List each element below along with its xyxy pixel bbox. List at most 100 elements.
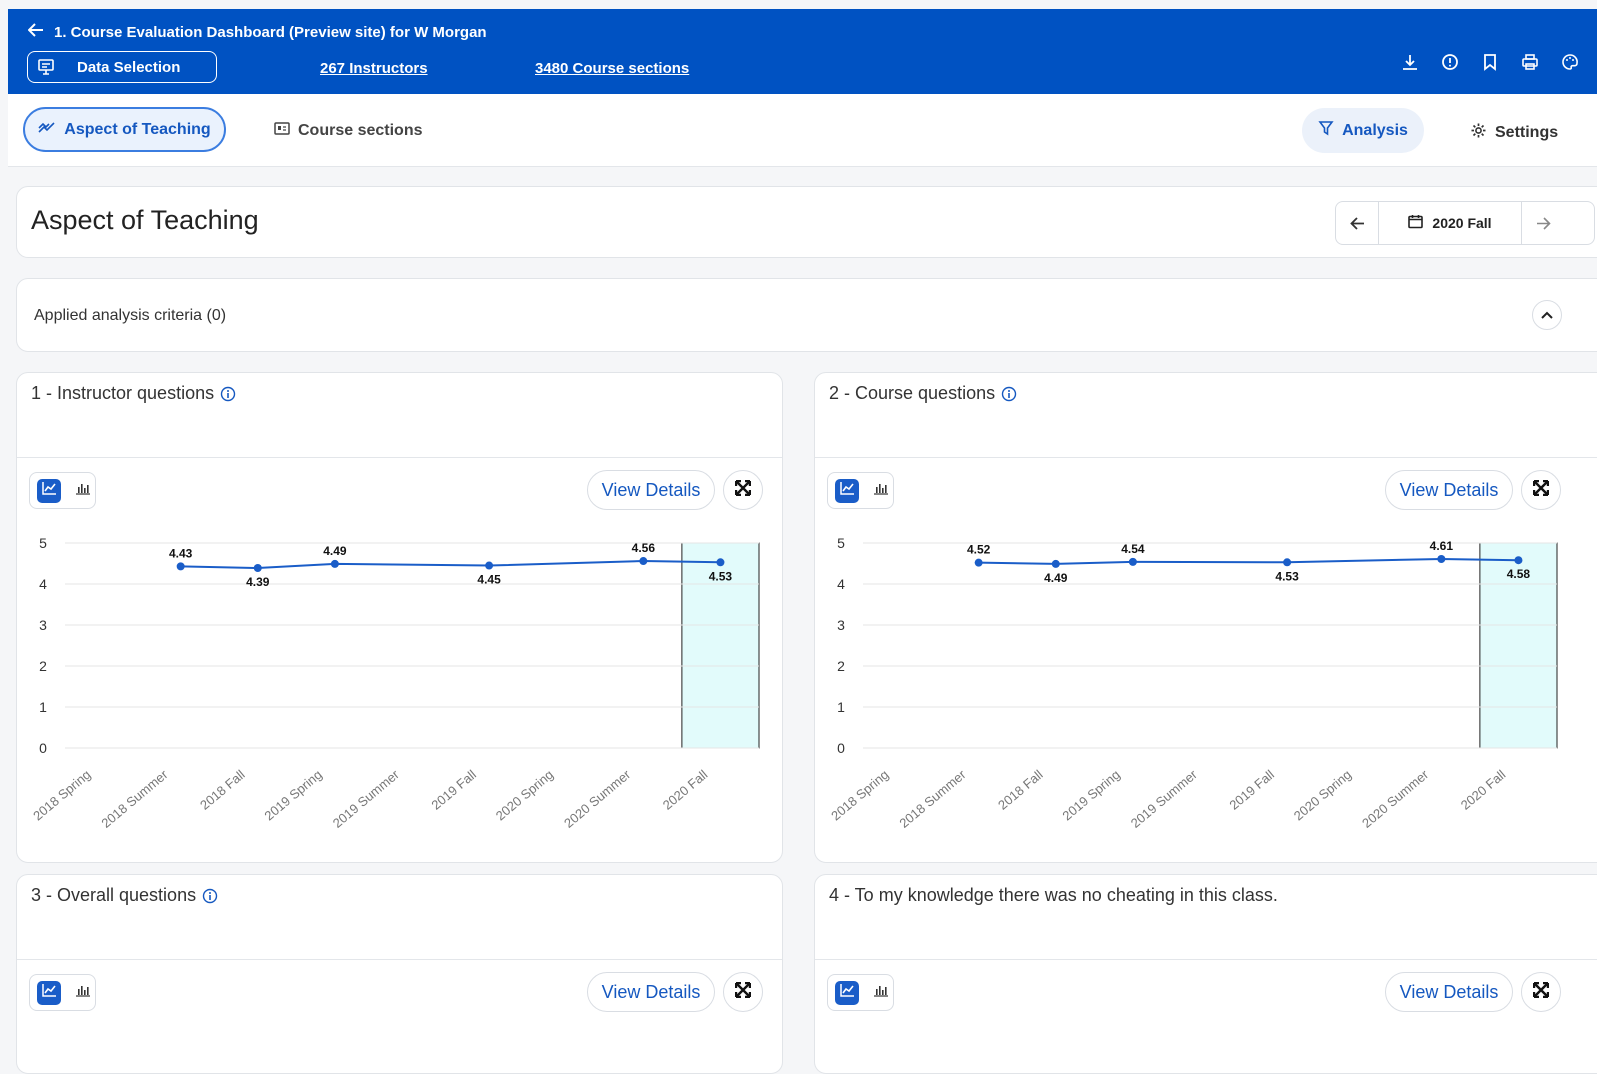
print-icon[interactable]: [1519, 51, 1541, 73]
line-chart-icon: [839, 983, 855, 1002]
info-icon[interactable]: [1001, 386, 1017, 402]
bar-chart-icon: [873, 983, 889, 1002]
view-details-button[interactable]: View Details: [587, 470, 715, 510]
data-point: [1283, 558, 1292, 567]
view-details-button[interactable]: View Details: [1385, 972, 1513, 1012]
x-tick-label: 2019 Summer: [1128, 766, 1201, 830]
panel-title-text: 1 - Instructor questions: [31, 383, 215, 403]
data-label: 4.54: [1121, 542, 1145, 556]
bar-chart-toggle[interactable]: [870, 479, 894, 503]
y-tick-label: 4: [39, 576, 47, 592]
bookmark-icon[interactable]: [1479, 51, 1501, 73]
tab-aspect-label: Aspect of Teaching: [64, 120, 211, 138]
data-point: [1437, 554, 1446, 563]
line-chart-icon: [41, 983, 57, 1002]
tab-aspect-of-teaching[interactable]: Aspect of Teaching: [23, 107, 226, 152]
x-tick-label: 2018 Fall: [995, 767, 1046, 813]
data-point: [176, 562, 185, 571]
data-label: 4.53: [709, 569, 733, 583]
data-label: 4.43: [169, 546, 193, 560]
instructors-link[interactable]: 267 Instructors: [320, 60, 428, 77]
x-tick-label: 2018 Summer: [98, 766, 171, 830]
expand-icon: [734, 479, 752, 501]
analysis-button[interactable]: Analysis: [1302, 108, 1424, 153]
expand-icon: [1532, 479, 1550, 501]
line-chart-toggle[interactable]: [835, 980, 859, 1005]
panel-divider: [17, 457, 782, 458]
x-tick-label: 2018 Spring: [30, 767, 93, 824]
chart-type-toggle: [827, 974, 894, 1011]
view-details-button[interactable]: View Details: [587, 972, 715, 1012]
data-label: 4.45: [477, 573, 501, 587]
course-sections-link[interactable]: 3480 Course sections: [535, 60, 689, 77]
bar-chart-toggle[interactable]: [870, 981, 894, 1005]
x-tick-label: 2019 Fall: [428, 767, 479, 813]
alert-icon[interactable]: [1439, 51, 1461, 73]
panel-instructor-questions: 1 - Instructor questions View Details 0 1…: [16, 372, 783, 863]
info-icon[interactable]: [202, 888, 218, 904]
panel-title-text: 4 - To my knowledge there was no cheatin…: [829, 885, 1278, 905]
collapse-criteria-button[interactable]: [1532, 300, 1562, 330]
tab-course-sections[interactable]: Course sections: [274, 122, 422, 140]
bar-chart-icon: [75, 983, 91, 1002]
x-tick-label: 2020 Summer: [561, 766, 634, 830]
y-tick-label: 1: [39, 699, 47, 715]
panel-title: 3 - Overall questions: [31, 885, 218, 906]
page-header-card: Aspect of Teaching 2020 Fall: [16, 186, 1597, 258]
chart-type-toggle: [29, 472, 96, 509]
data-label: 4.52: [967, 543, 991, 557]
expand-chart-button[interactable]: [1521, 470, 1561, 510]
chart-type-toggle: [29, 974, 96, 1011]
view-details-button[interactable]: View Details: [1385, 470, 1513, 510]
info-icon[interactable]: [220, 386, 236, 402]
panel-no-cheating-question: 4 - To my knowledge there was no cheatin…: [814, 874, 1597, 1074]
palette-icon[interactable]: [1559, 51, 1581, 73]
download-icon[interactable]: [1399, 51, 1421, 73]
data-selection-button[interactable]: Data Selection: [27, 51, 217, 83]
panel-title: 2 - Course questions: [829, 383, 1017, 404]
x-tick-label: 2019 Spring: [1059, 767, 1122, 824]
data-label: 4.39: [246, 575, 270, 589]
calendar-icon: [1408, 214, 1424, 232]
settings-label: Settings: [1495, 124, 1559, 141]
panel-title-text: 2 - Course questions: [829, 383, 996, 403]
term-selector[interactable]: 2020 Fall: [1378, 202, 1521, 244]
y-tick-label: 5: [837, 535, 845, 551]
line-chart-toggle[interactable]: [37, 478, 61, 503]
expand-chart-button[interactable]: [1521, 972, 1561, 1012]
expand-chart-button[interactable]: [723, 972, 763, 1012]
line-chart-toggle[interactable]: [835, 478, 859, 503]
line-chart-toggle[interactable]: [37, 980, 61, 1005]
y-tick-label: 1: [837, 699, 845, 715]
data-point: [974, 558, 983, 567]
data-label: 4.61: [1430, 539, 1454, 553]
dashboard-title: 1. Course Evaluation Dashboard (Preview …: [54, 23, 487, 41]
next-term-button[interactable]: [1521, 202, 1564, 244]
x-tick-label: 2020 Fall: [1458, 767, 1509, 813]
y-tick-label: 4: [837, 576, 845, 592]
x-tick-label: 2020 Spring: [1291, 767, 1354, 824]
back-arrow-icon[interactable]: [27, 22, 44, 42]
data-point: [716, 558, 725, 567]
data-label: 4.56: [632, 541, 656, 555]
expand-chart-button[interactable]: [723, 470, 763, 510]
bar-chart-toggle[interactable]: [72, 479, 96, 503]
dashboard-title-row: 1. Course Evaluation Dashboard (Preview …: [27, 22, 487, 42]
data-label: 4.49: [1044, 571, 1068, 585]
previous-term-button[interactable]: [1336, 202, 1378, 244]
trend-icon: [38, 120, 56, 139]
data-label: 4.58: [1507, 567, 1531, 581]
x-tick-label: 2020 Fall: [660, 767, 711, 813]
panel-course-questions: 2 - Course questions View Details 0 1 2 3 4 5…: [814, 372, 1597, 863]
analysis-label: Analysis: [1342, 121, 1408, 139]
panel-divider: [815, 457, 1597, 458]
panel-title: 1 - Instructor questions: [31, 383, 236, 404]
bar-chart-toggle[interactable]: [72, 981, 96, 1005]
data-point: [485, 561, 494, 570]
term-navigator: 2020 Fall: [1335, 201, 1595, 245]
data-point: [1128, 557, 1137, 566]
data-point: [1051, 559, 1060, 568]
x-tick-label: 2018 Summer: [896, 766, 969, 830]
settings-button[interactable]: Settings: [1470, 122, 1558, 144]
filter-icon: [1318, 120, 1334, 141]
